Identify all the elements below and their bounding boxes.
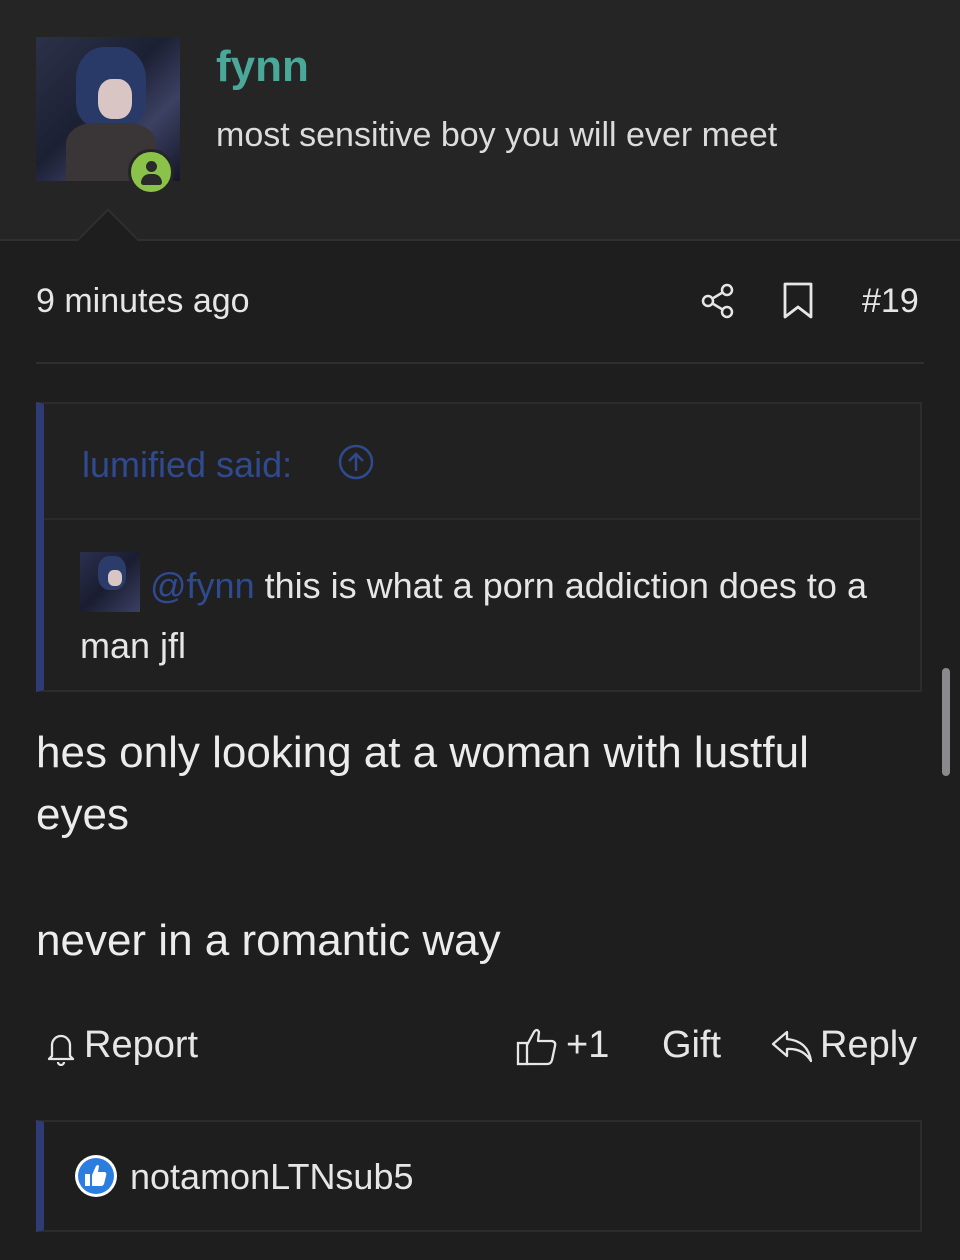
quote-header: lumified said: [44, 404, 920, 520]
post-timestamp[interactable]: 9 minutes ago [36, 282, 250, 321]
post-body: hes only looking at a woman with lustful… [36, 722, 896, 972]
author-title: most sensitive boy you will ever meet [216, 116, 778, 154]
like-reaction-icon [75, 1155, 117, 1197]
reactions-bar[interactable]: notamonLTNsub5 [36, 1120, 922, 1232]
user-online-icon [128, 149, 174, 195]
quote-author-label[interactable]: lumified said: [82, 444, 292, 486]
gift-button[interactable]: Gift [662, 1024, 721, 1067]
post-paragraph: never in a romantic way [36, 916, 501, 965]
like-button[interactable]: +1 [516, 1024, 609, 1067]
reply-button[interactable]: Reply [820, 1024, 917, 1067]
header-pointer-fill [78, 211, 138, 241]
report-button[interactable]: Report [42, 1024, 198, 1067]
like-count: +1 [566, 1024, 610, 1066]
quote-block: lumified said: @fynn this is what a porn… [36, 402, 922, 692]
post-number-link[interactable]: #19 [862, 282, 919, 321]
author-username[interactable]: fynn [216, 42, 309, 92]
share-icon[interactable] [700, 283, 736, 319]
arrow-up-circle-icon[interactable] [338, 444, 374, 480]
post-paragraph: hes only looking at a woman with lustful… [36, 728, 809, 839]
reaction-users[interactable]: notamonLTNsub5 [130, 1156, 414, 1198]
quote-text: @fynn this is what a porn addiction does… [80, 556, 880, 676]
scrollbar[interactable] [942, 668, 950, 776]
header-divider [0, 239, 960, 241]
post-meta-divider [36, 362, 924, 364]
report-label: Report [84, 1024, 199, 1066]
quote-mention-link[interactable]: @fynn [150, 565, 255, 606]
quote-body: @fynn this is what a porn addiction does… [44, 520, 920, 690]
reply-icon[interactable] [770, 1028, 814, 1064]
bookmark-icon[interactable] [782, 282, 814, 320]
